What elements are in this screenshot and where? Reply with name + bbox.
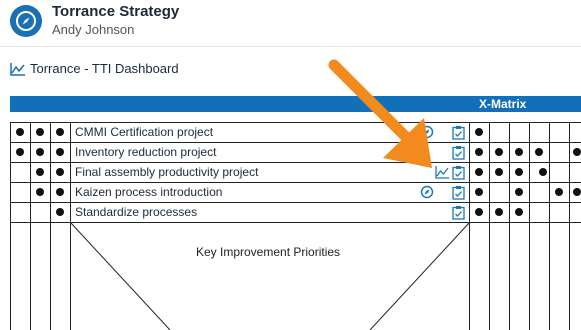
annotation-arrow-icon bbox=[328, 59, 432, 168]
